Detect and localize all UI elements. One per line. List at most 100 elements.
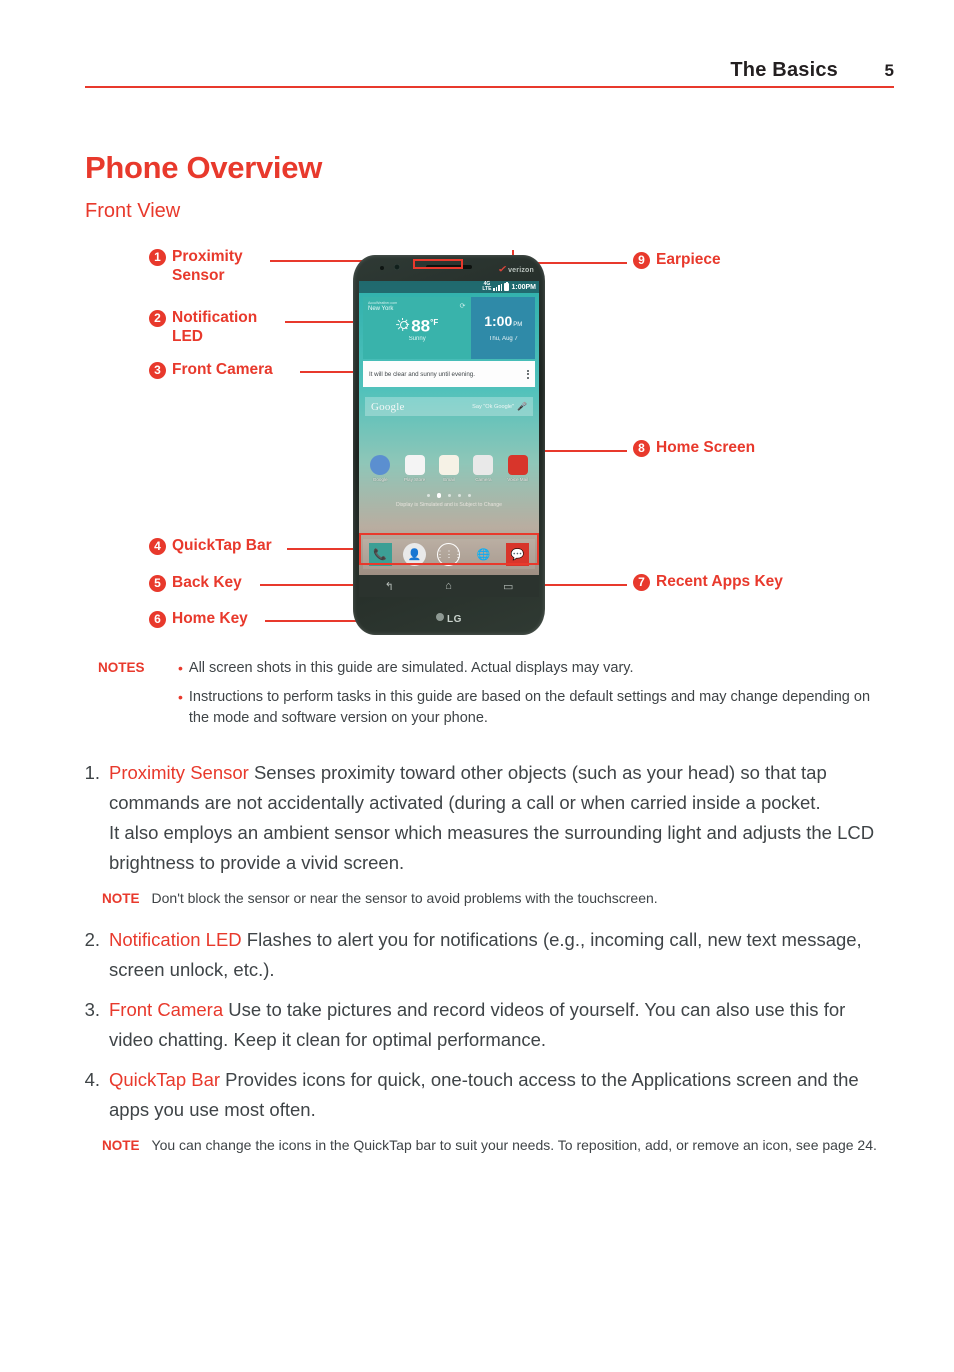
note-list-item: • All screen shots in this guide are sim…: [178, 658, 888, 679]
callout-number: 8: [633, 440, 650, 457]
signal-strength-icon: [493, 283, 503, 291]
list-body: Notification LED Flashes to alert you fo…: [109, 925, 888, 985]
page-subtitle: Front View: [85, 200, 181, 222]
list-body: Front Camera Use to take pictures and re…: [109, 995, 888, 1055]
home-page-indicator[interactable]: [359, 493, 539, 498]
note-label: NOTE: [102, 891, 140, 906]
phone-device: ✓verizon 4G LTE 1:00PM AccuWeather.com N…: [353, 255, 545, 635]
page-dot-active[interactable]: [436, 493, 442, 498]
google-folder-icon: [370, 455, 391, 475]
app-icon-google[interactable]: Google: [366, 455, 394, 482]
callout-number: 3: [149, 362, 166, 379]
note-text: Don't block the sensor or near the senso…: [151, 890, 658, 906]
list-item-proximity-sensor: 1. Proximity Sensor Senses proximity tow…: [78, 758, 888, 878]
callout-home-screen: 8 Home Screen: [633, 438, 755, 457]
app-icon-voice-mail[interactable]: Voice Mail: [504, 455, 532, 482]
note-text: All screen shots in this guide are simul…: [188, 660, 634, 676]
list-index: 1.: [84, 762, 100, 783]
notes-list: • All screen shots in this guide are sim…: [178, 658, 888, 729]
simulation-disclaimer: Display is Simulated and is Subject to C…: [395, 502, 503, 508]
callout-label: Recent Apps Key: [656, 573, 783, 590]
weather-city: New York: [368, 306, 394, 312]
callout-number: 4: [149, 538, 166, 555]
google-logo: Google: [371, 400, 405, 413]
list-body: Proximity Sensor Senses proximity toward…: [109, 758, 888, 878]
page-dot[interactable]: [468, 493, 472, 497]
weather-condition: Sunny: [408, 335, 426, 342]
callout-proximity-sensor: 1 Proximity Sensor: [149, 247, 243, 285]
page-dot[interactable]: [448, 493, 452, 497]
app-icon-play-store[interactable]: Play Store: [401, 455, 429, 482]
header-divider: [85, 86, 894, 88]
callout-number: 1: [149, 249, 166, 266]
google-hint: Say "Ok Google": [472, 403, 515, 410]
page-dot[interactable]: [458, 493, 462, 497]
callout-back-key: 5 Back Key: [149, 573, 242, 592]
sub-note-proximity: NOTE Don't block the sensor or near the …: [102, 888, 888, 909]
callout-label: QuickTap Bar: [172, 537, 272, 554]
list-text: Provides icons for quick, one-touch acce…: [109, 1069, 859, 1120]
callout-label: Proximity Sensor: [172, 248, 243, 284]
notes-label: NOTES: [98, 660, 145, 675]
google-search-widget[interactable]: Google Say "Ok Google" 🎤: [365, 397, 533, 416]
recent-apps-key-icon[interactable]: ▭: [503, 580, 513, 593]
list-keyword: QuickTap Bar: [109, 1069, 221, 1090]
home-app-row: Google Play Store Email Camera Voice Mai…: [359, 455, 539, 482]
weather-widget[interactable]: AccuWeather.com New York ⟳ 88°F Sunny 1:…: [363, 297, 535, 359]
microphone-icon[interactable]: 🎤: [517, 402, 527, 411]
list-keyword: Front Camera: [109, 999, 224, 1020]
callout-label: Front Camera: [172, 361, 273, 378]
carrier-logo: ✓verizon: [497, 264, 534, 274]
list-text-secondary: It also employs an ambient sensor which …: [109, 822, 875, 873]
note-text: You can change the icons in the QuickTap…: [151, 1137, 877, 1153]
callout-recent-apps-key: 7 Recent Apps Key: [633, 572, 783, 591]
list-index: 2.: [84, 929, 100, 950]
list-index: 4.: [84, 1069, 100, 1090]
clock-widget[interactable]: 1:00PM Thu, Aug 7: [471, 297, 535, 359]
weather-reading: 88°F: [368, 314, 466, 335]
navigation-bar[interactable]: ↰ ⌂ ▭: [359, 575, 539, 597]
list-body: QuickTap Bar Provides icons for quick, o…: [109, 1065, 888, 1125]
weather-temperature: 88°F: [411, 316, 439, 336]
overflow-menu-icon[interactable]: [527, 369, 529, 379]
callout-quicktap-bar: 4 QuickTap Bar: [149, 536, 272, 555]
bullet-icon: •: [178, 689, 183, 705]
list-index: 3.: [84, 999, 100, 1020]
callout-number: 2: [149, 310, 166, 327]
clock-date: Thu, Aug 7: [488, 336, 518, 342]
list-item-notification-led: 2. Notification LED Flashes to alert you…: [78, 925, 888, 985]
refresh-icon[interactable]: ⟳: [460, 302, 466, 310]
app-icon-email[interactable]: Email: [435, 455, 463, 482]
voicemail-icon: [507, 455, 528, 475]
header-title: The Basics: [730, 59, 838, 81]
home-key-icon[interactable]: ⌂: [445, 580, 452, 592]
status-bar: 4G LTE 1:00PM: [359, 281, 539, 293]
clock-time: 1:00PM: [484, 313, 523, 329]
highlight-quicktap: [359, 533, 539, 565]
note-label: NOTE: [102, 1138, 140, 1153]
list-keyword: Proximity Sensor: [109, 762, 249, 783]
list-item-front-camera: 3. Front Camera Use to take pictures and…: [78, 995, 888, 1055]
callout-number: 6: [149, 611, 166, 628]
note-text: Instructions to perform tasks in this gu…: [188, 689, 871, 726]
list-item-quicktap-bar: 4. QuickTap Bar Provides icons for quick…: [78, 1065, 888, 1125]
app-icon-camera[interactable]: Camera: [469, 455, 497, 482]
page-dot[interactable]: [426, 493, 430, 497]
forecast-text: It will be clear and sunny until evening…: [369, 370, 475, 378]
forecast-strip[interactable]: It will be clear and sunny until evening…: [363, 361, 535, 387]
list-keyword: Notification LED: [109, 929, 242, 950]
network-type-icon: 4G LTE: [482, 281, 492, 292]
camera-icon: [473, 455, 494, 475]
weather-current[interactable]: AccuWeather.com New York ⟳ 88°F Sunny: [363, 297, 472, 359]
back-key-icon[interactable]: ↰: [385, 580, 394, 593]
callout-label: Home Screen: [656, 439, 756, 456]
callout-label: Home Key: [172, 610, 248, 627]
numbered-description-list: 1. Proximity Sensor Senses proximity tow…: [78, 758, 888, 1172]
phone-screen: 4G LTE 1:00PM AccuWeather.com New York ⟳: [359, 281, 539, 575]
callout-number: 9: [633, 252, 650, 269]
front-camera-icon: [394, 264, 400, 270]
page-number: 5: [884, 61, 894, 80]
sub-note-quicktap: NOTE You can change the icons in the Qui…: [102, 1135, 888, 1156]
google-voice-area[interactable]: Say "Ok Google" 🎤: [472, 402, 527, 411]
callout-number: 7: [633, 574, 650, 591]
